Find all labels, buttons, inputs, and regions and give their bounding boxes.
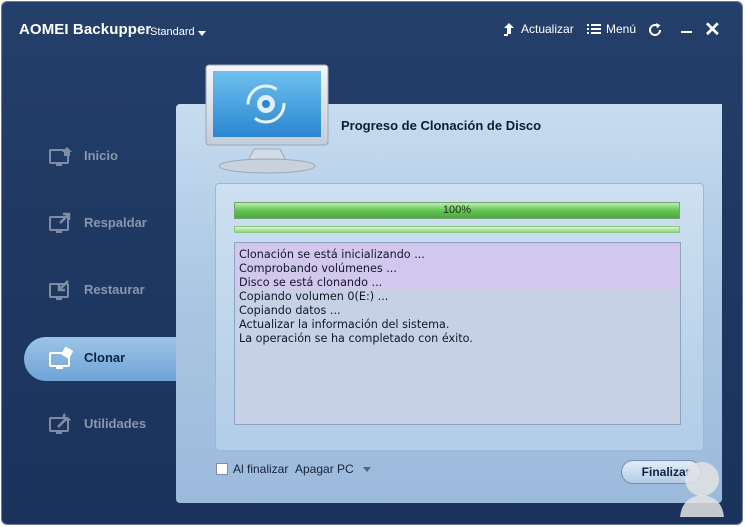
page-title: Progreso de Clonación de Disco	[341, 118, 542, 133]
sidebar-item-label: Utilidades	[84, 416, 147, 431]
chevron-down-icon[interactable]	[363, 467, 371, 472]
clone-icon	[49, 346, 73, 369]
sidebar-item-label: Inicio	[84, 148, 118, 163]
after-finish-checkbox[interactable]	[216, 463, 228, 475]
upgrade-arrow-icon	[504, 23, 514, 36]
watermark-logo	[680, 462, 724, 517]
log-line: Comprobando volúmenes ...	[239, 262, 397, 275]
app-title: AOMEI Backupper	[19, 21, 152, 38]
restore-icon	[49, 280, 69, 300]
log-line: Disco se está clonando ...	[239, 276, 383, 289]
app-window: AOMEI Backupper Standard Actualizar Menú	[2, 2, 742, 524]
menu-label: Menú	[606, 22, 637, 36]
operation-log[interactable]: Clonación se está inicializando ... Comp…	[234, 242, 681, 425]
sidebar-item-label: Clonar	[84, 350, 126, 365]
menu-list-icon	[587, 24, 601, 34]
home-icon	[49, 147, 72, 166]
sidebar-item-label: Respaldar	[84, 215, 147, 230]
chevron-down-icon[interactable]	[198, 31, 206, 36]
upgrade-label: Actualizar	[521, 22, 574, 36]
log-line: Copiando volumen 0(E:) ...	[239, 290, 389, 303]
refresh-icon[interactable]	[647, 22, 663, 43]
secondary-progress-bar	[234, 226, 680, 233]
sidebar-item-inicio[interactable]: Inicio	[24, 135, 179, 177]
after-finish-select[interactable]: Apagar PC	[295, 462, 354, 476]
computer-monitor-icon	[205, 64, 329, 174]
upgrade-button[interactable]: Actualizar	[502, 22, 574, 36]
sidebar-item-respaldar[interactable]: Respaldar	[24, 202, 179, 244]
log-line: Actualizar la información del sistema.	[239, 318, 450, 331]
menu-button[interactable]: Menú	[587, 22, 636, 36]
log-line: Copiando datos ...	[239, 304, 341, 317]
minimize-button[interactable]	[681, 31, 692, 33]
log-line: Clonación se está inicializando ...	[239, 248, 425, 261]
log-line: La operación se ha completado con éxito.	[239, 332, 473, 345]
edition-dropdown[interactable]: Standard	[150, 26, 195, 38]
title-bar[interactable]: AOMEI Backupper Standard Actualizar Menú	[2, 2, 742, 58]
close-button[interactable]: ✕	[704, 20, 721, 40]
sidebar-item-utilidades[interactable]: Utilidades	[24, 403, 179, 445]
sidebar-item-clonar[interactable]: Clonar	[24, 337, 184, 381]
backup-icon	[49, 212, 71, 233]
sidebar-item-label: Restaurar	[84, 282, 145, 297]
after-finish-label: Al finalizar	[233, 462, 289, 476]
tools-icon	[49, 413, 71, 434]
progress-percent: 100%	[442, 204, 472, 216]
progress-bar: 100%	[234, 202, 680, 219]
sidebar-item-restaurar[interactable]: Restaurar	[24, 269, 179, 311]
